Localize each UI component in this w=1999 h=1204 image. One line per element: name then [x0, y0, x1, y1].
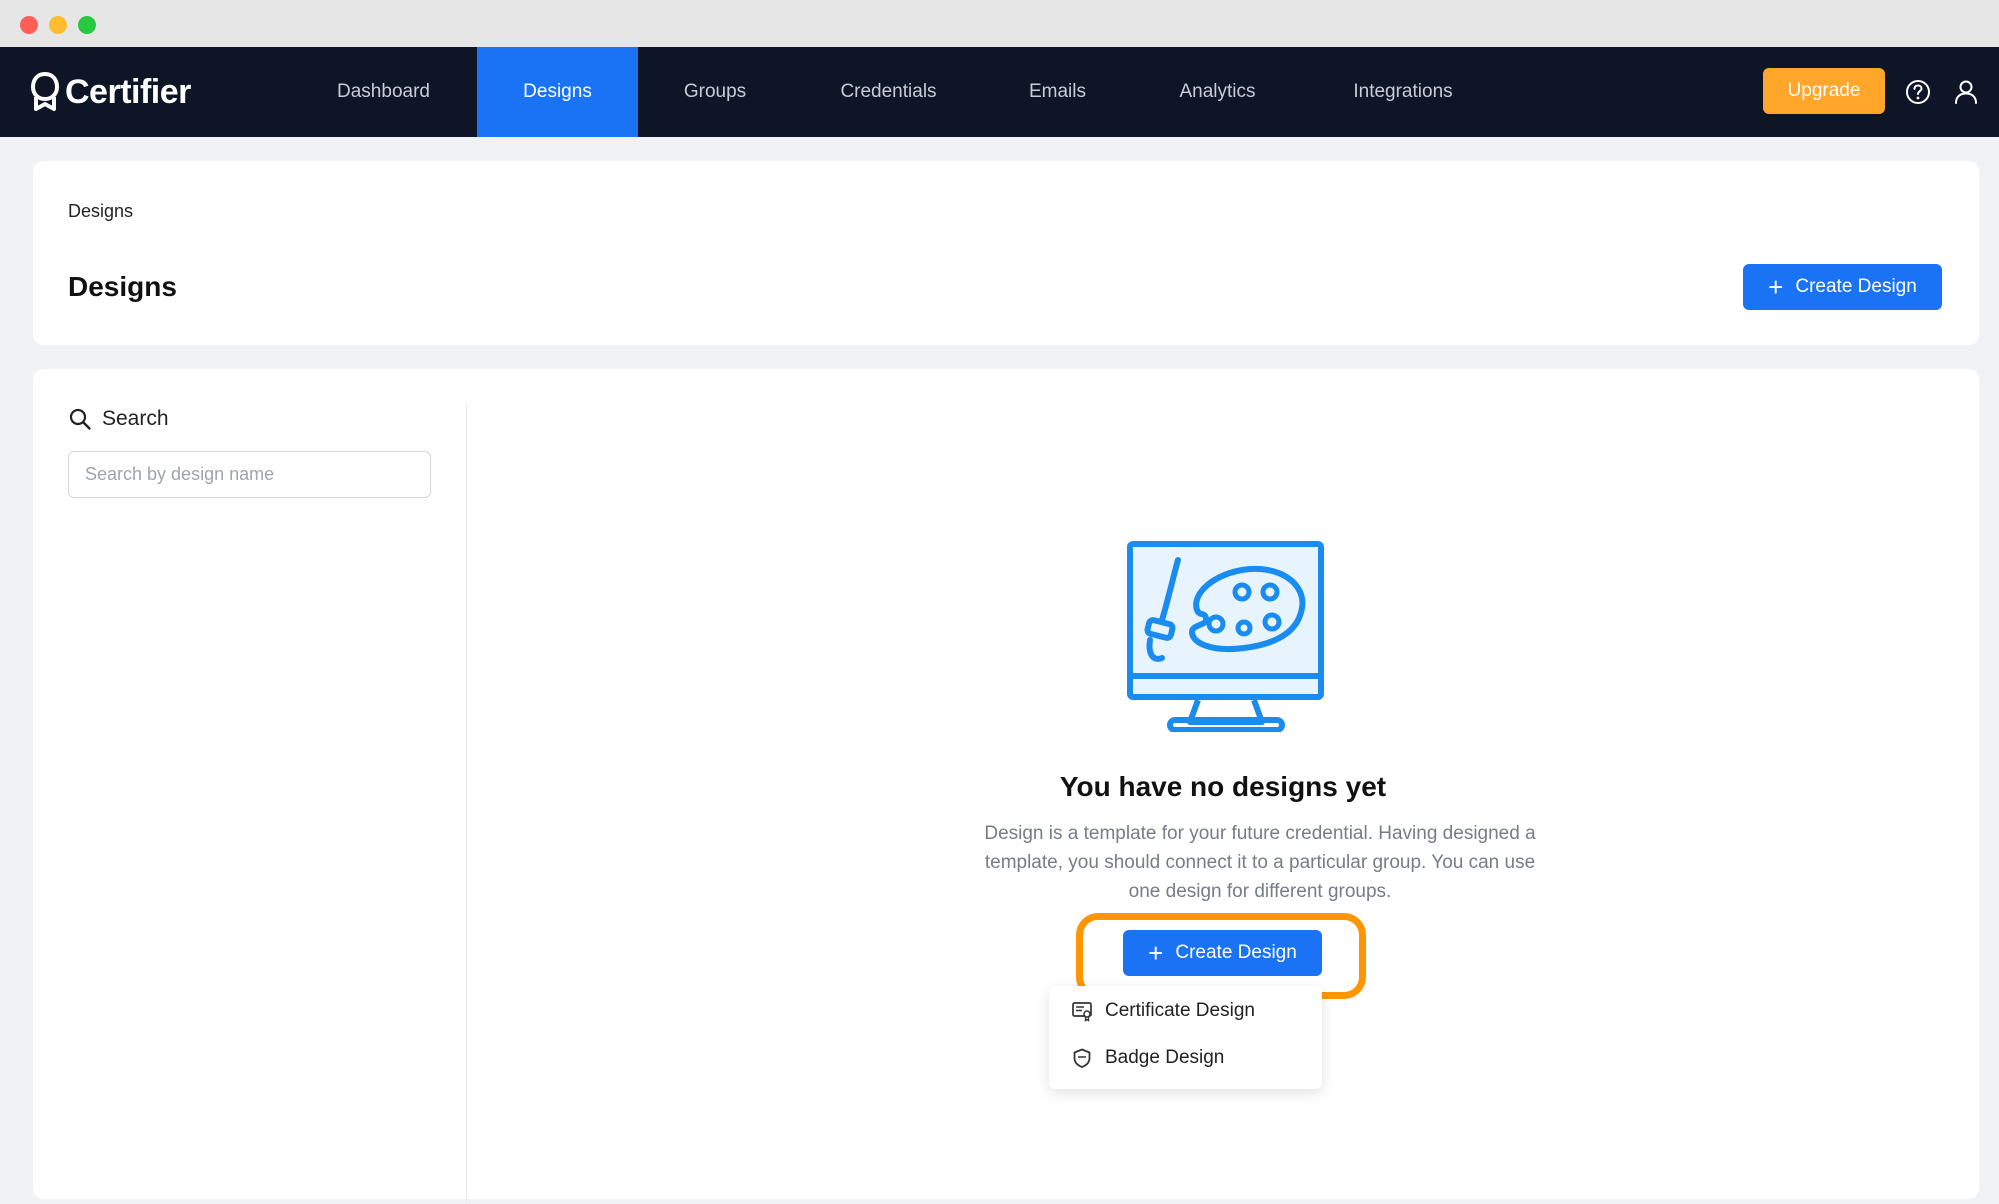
create-design-button[interactable]: + Create Design — [1123, 930, 1322, 976]
window-minimize-button[interactable] — [49, 16, 67, 34]
window-close-button[interactable] — [20, 16, 38, 34]
create-design-header-label: Create Design — [1795, 276, 1917, 297]
designs-content-card: Search You have no designs yet Design is… — [33, 369, 1979, 1204]
nav-analytics[interactable]: Analytics — [1161, 47, 1274, 137]
nav-emails[interactable]: Emails — [1010, 47, 1105, 137]
nav-groups[interactable]: Groups — [664, 47, 766, 137]
help-circle-icon[interactable] — [1904, 78, 1932, 106]
certificate-icon — [1072, 1002, 1092, 1022]
design-search-input[interactable] — [68, 451, 431, 498]
monitor-palette-icon — [1127, 541, 1324, 732]
create-design-dropdown: Certificate Design Badge Design — [1049, 986, 1322, 1089]
nav-dashboard[interactable]: Dashboard — [318, 47, 449, 137]
create-design-label: Create Design — [1175, 942, 1297, 963]
create-design-header-button[interactable]: + Create Design — [1743, 264, 1942, 310]
nav-integrations[interactable]: Integrations — [1334, 47, 1472, 137]
window-titlebar — [0, 0, 1999, 47]
page-title: Designs — [68, 271, 177, 302]
search-heading: Search — [68, 407, 169, 431]
nav-credentials[interactable]: Credentials — [816, 47, 961, 137]
badge-shield-icon — [1073, 1048, 1091, 1068]
user-icon[interactable] — [1952, 78, 1980, 106]
page-header-card: Designs Designs + Create Design — [33, 161, 1979, 345]
logo-text: Certifier — [65, 72, 191, 111]
dropdown-item-badge-design[interactable]: Badge Design — [1071, 1043, 1224, 1073]
dropdown-item-certificate-design[interactable]: Certificate Design — [1071, 996, 1255, 1026]
certifier-logo-icon — [30, 71, 60, 111]
search-icon — [69, 408, 91, 430]
empty-state-description: Design is a template for your future cre… — [984, 823, 1536, 902]
upgrade-button[interactable]: Upgrade — [1763, 68, 1885, 114]
nav-designs[interactable]: Designs — [477, 47, 638, 137]
plus-icon: + — [1148, 938, 1164, 968]
breadcrumb[interactable]: Designs — [68, 201, 133, 222]
window-zoom-button[interactable] — [78, 16, 96, 34]
sidebar-divider — [466, 404, 467, 1204]
dropdown-item-label: Badge Design — [1105, 1047, 1225, 1068]
empty-state-title: You have no designs yet — [1059, 771, 1387, 802]
top-navbar: Certifier Dashboard Designs Groups Crede… — [0, 47, 1999, 137]
plus-icon: + — [1768, 272, 1784, 302]
certifier-logo[interactable]: Certifier — [30, 69, 191, 115]
dropdown-item-label: Certificate Design — [1105, 1000, 1255, 1021]
search-heading-label: Search — [102, 407, 169, 430]
